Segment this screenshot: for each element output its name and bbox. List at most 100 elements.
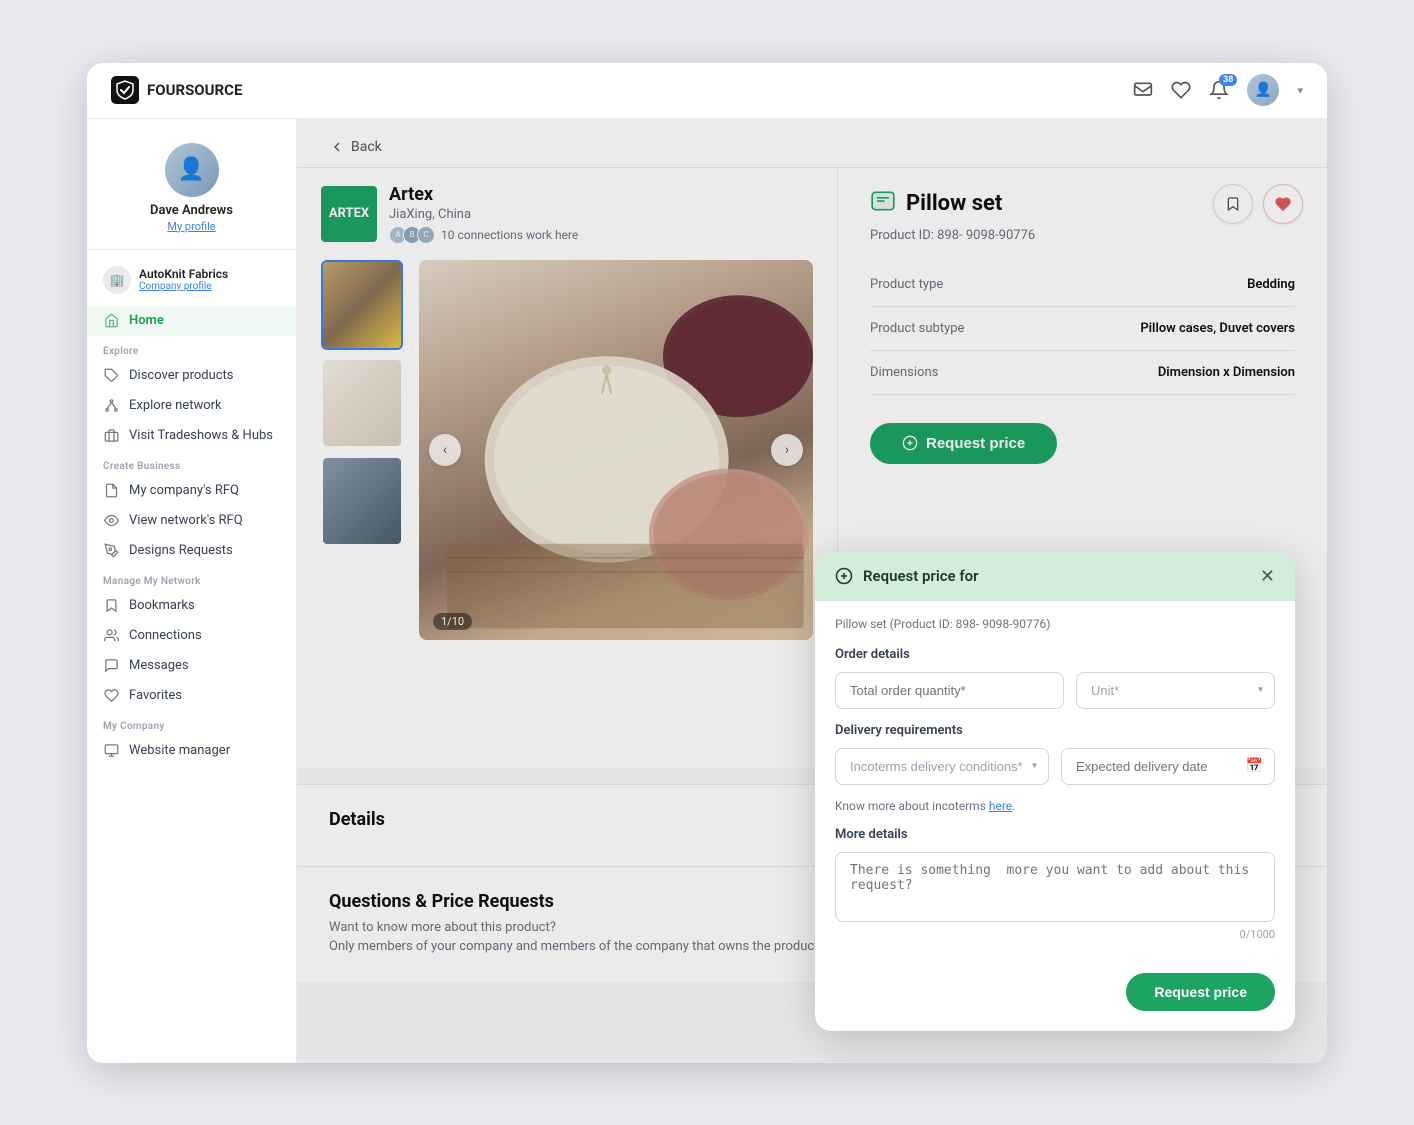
user-avatar-sidebar: 👤	[165, 143, 219, 197]
home-label: Home	[129, 313, 164, 328]
vendor-logo: ARTEX	[321, 186, 377, 242]
connection-avatars: A B C	[389, 226, 435, 244]
home-icon	[103, 313, 119, 329]
top-nav-actions: 38 👤 ▾	[1133, 74, 1303, 106]
create-business-label: Create Business	[87, 451, 296, 476]
sidebar-item-discover-products[interactable]: Discover products	[87, 361, 296, 391]
thumbnail-3[interactable]	[321, 456, 403, 546]
messages-label: Messages	[129, 658, 189, 673]
gallery-counter: 1/10	[433, 613, 472, 630]
incoterms-select-wrapper: Incoterms delivery conditions* ▾	[835, 748, 1049, 785]
monitor-icon	[103, 743, 119, 759]
user-name: Dave Andrews	[150, 203, 233, 218]
modal-submit-button[interactable]: Request price	[1126, 973, 1275, 1011]
user-menu-arrow[interactable]: ▾	[1297, 84, 1303, 97]
subtype-label: Product subtype	[870, 321, 964, 336]
sidebar-item-home[interactable]: Home	[87, 306, 296, 336]
incoterms-link[interactable]: here	[989, 799, 1012, 813]
incoterms-select[interactable]: Incoterms delivery conditions*	[835, 748, 1049, 785]
sidebar-item-tradeshows[interactable]: Visit Tradeshows & Hubs	[87, 421, 296, 451]
delivery-row: Incoterms delivery conditions* ▾ 📅	[835, 748, 1275, 785]
view-rfq-label: View network's RFQ	[129, 513, 243, 528]
website-manager-label: Website manager	[129, 743, 230, 758]
thumbnail-1[interactable]	[321, 260, 403, 350]
dimensions-label: Dimensions	[870, 365, 938, 380]
sidebar-item-explore-network[interactable]: Explore network	[87, 391, 296, 421]
sidebar-item-view-rfq[interactable]: View network's RFQ	[87, 506, 296, 536]
my-company-label: My company	[87, 711, 296, 736]
sidebar-item-designs[interactable]: Designs Requests	[87, 536, 296, 566]
building-icon	[103, 428, 119, 444]
main-gallery-image: ‹ › 1/10	[419, 260, 813, 640]
vendor-location: JiaXing, China	[389, 207, 578, 222]
modal-dollar-icon	[835, 567, 853, 585]
notification-badge: 38	[1219, 74, 1237, 86]
sidebar-item-favorites[interactable]: Favorites	[87, 681, 296, 711]
sidebar-item-website-manager[interactable]: Website manager	[87, 736, 296, 766]
messages-nav-btn[interactable]	[1133, 80, 1153, 100]
gallery-next-btn[interactable]: ›	[771, 434, 803, 466]
design-icon	[103, 543, 119, 559]
favorites-label: Favorites	[129, 688, 182, 703]
network-icon	[103, 398, 119, 414]
subtype-value: Pillow cases, Duvet covers	[1140, 321, 1295, 336]
logo-icon	[111, 76, 139, 104]
tradeshows-label: Visit Tradeshows & Hubs	[129, 428, 273, 443]
my-profile-link[interactable]: My profile	[167, 220, 215, 233]
vendor-name: Artex	[389, 184, 578, 205]
company-switcher[interactable]: 🏢 AutoKnit Fabrics Company profile	[87, 258, 296, 302]
bookmarks-label: Bookmarks	[129, 598, 195, 613]
vendor-header: ARTEX Artex JiaXing, China A B C	[321, 184, 813, 244]
company-avatar: 🏢	[103, 266, 131, 294]
sidebar-item-messages[interactable]: Messages	[87, 651, 296, 681]
quantity-input[interactable]	[835, 672, 1064, 709]
product-title: Pillow set	[906, 191, 1002, 216]
product-specs: Product type Bedding Product subtype Pil…	[870, 263, 1295, 395]
notifications-nav-btn[interactable]: 38	[1209, 80, 1229, 100]
message-icon	[103, 658, 119, 674]
product-gallery: ARTEX Artex JiaXing, China A B C	[297, 168, 837, 768]
company-profile-link[interactable]: Company profile	[139, 281, 228, 292]
delivery-date-wrapper: 📅	[1061, 748, 1275, 785]
company-name: AutoKnit Fabrics	[139, 267, 228, 281]
conn-avatar-3: C	[417, 226, 435, 244]
more-details-textarea[interactable]	[835, 852, 1275, 922]
request-price-button[interactable]: Request price	[870, 423, 1057, 464]
delivery-date-input[interactable]	[1061, 748, 1275, 785]
main-content: Back ARTEX Artex JiaXing, China	[297, 119, 1327, 1063]
like-product-btn[interactable]	[1263, 184, 1303, 224]
explore-section-label: Explore	[87, 336, 296, 361]
doc-icon	[103, 483, 119, 499]
unit-select-wrapper: Unit* ▾	[1076, 672, 1275, 709]
sidebar-item-connections[interactable]: Connections	[87, 621, 296, 651]
type-value: Bedding	[1247, 277, 1295, 292]
my-rfq-label: My company's RFQ	[129, 483, 239, 498]
back-button[interactable]: Back	[329, 139, 382, 155]
bookmark-icon	[103, 598, 119, 614]
delivery-label: Delivery requirements	[835, 723, 1275, 738]
sidebar-item-my-rfq[interactable]: My company's RFQ	[87, 476, 296, 506]
sidebar-item-bookmarks[interactable]: Bookmarks	[87, 591, 296, 621]
unit-select[interactable]: Unit*	[1076, 672, 1275, 709]
gallery-prev-btn[interactable]: ‹	[429, 434, 461, 466]
product-action-btns	[1213, 184, 1303, 224]
vendor-connections: A B C 10 connections work here	[389, 226, 578, 244]
product-id: Product ID: 898- 9098-90776	[870, 228, 1295, 243]
eye-icon	[103, 513, 119, 529]
discover-products-label: Discover products	[129, 368, 234, 383]
order-details-row: Unit* ▾	[835, 672, 1275, 709]
user-avatar-nav[interactable]: 👤	[1247, 74, 1279, 106]
more-details-label: More details	[835, 827, 1275, 842]
page-header: Back	[297, 119, 1327, 168]
request-price-modal: Request price for ✕ Pillow set (Product …	[815, 552, 1295, 1031]
app-logo[interactable]: FOURSOURCE	[111, 76, 242, 104]
modal-product-ref: Pillow set (Product ID: 898- 9098-90776)	[835, 617, 1275, 631]
modal-close-button[interactable]: ✕	[1260, 566, 1275, 587]
bookmark-product-btn[interactable]	[1213, 184, 1253, 224]
thumbnail-2[interactable]	[321, 358, 403, 448]
order-details-label: Order details	[835, 647, 1275, 662]
favorites-nav-btn[interactable]	[1171, 80, 1191, 100]
explore-network-label: Explore network	[129, 398, 222, 413]
char-count: 0/1000	[835, 928, 1275, 941]
top-nav: FOURSOURCE 38 👤 ▾	[87, 63, 1327, 119]
